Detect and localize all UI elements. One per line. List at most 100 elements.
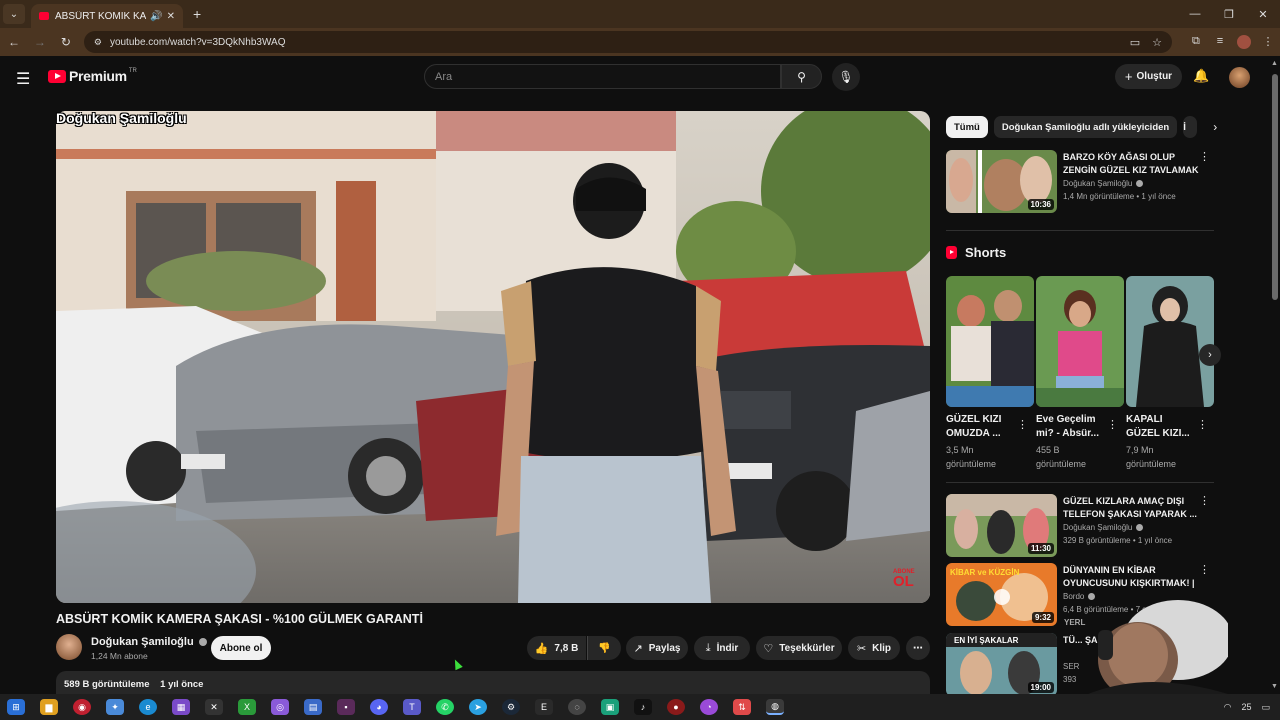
copilot-icon[interactable]: ✦ bbox=[106, 699, 124, 715]
video-player[interactable] bbox=[56, 111, 930, 603]
short-thumbnail[interactable] bbox=[946, 276, 1034, 407]
scrollbar-thumb[interactable] bbox=[1272, 74, 1278, 300]
hamburger-menu-icon[interactable]: ☰ bbox=[16, 69, 30, 89]
tray-clock[interactable]: 25 bbox=[1241, 702, 1251, 712]
channel-name-link[interactable]: Doğukan Şamiloğlu bbox=[91, 636, 207, 648]
recommendation-thumbnail[interactable]: EN İYİ ŞAKALAR 19:00 bbox=[946, 633, 1057, 696]
whatsapp-icon[interactable]: ✆ bbox=[436, 699, 454, 715]
create-button[interactable]: + Oluştur bbox=[1115, 64, 1182, 89]
thanks-button[interactable]: ♡ Teşekkürler bbox=[756, 636, 842, 660]
channel-avatar[interactable] bbox=[56, 634, 82, 660]
forward-arrow-icon[interactable]: → bbox=[28, 35, 52, 49]
tab-close-icon[interactable]: ✕ bbox=[167, 11, 175, 22]
telegram-icon[interactable]: ➤ bbox=[469, 699, 487, 715]
xbox-icon[interactable]: X bbox=[238, 699, 256, 715]
extensions-icon[interactable]: ⧉ bbox=[1184, 35, 1208, 49]
short-thumbnail[interactable] bbox=[1126, 276, 1214, 407]
short-item[interactable]: KAPALI GÜZEL KIZI... 7,9 Mn görüntüleme … bbox=[1126, 276, 1214, 471]
download-button[interactable]: ⤓ İndir bbox=[694, 636, 750, 660]
recommendation-title[interactable]: GÜZEL KIZLARA AMAÇ DIŞI TELEFON ŞAKASI Y… bbox=[1063, 495, 1203, 521]
file-explorer-icon[interactable]: ▆ bbox=[40, 699, 58, 715]
tab-search-icon[interactable]: ⌄ bbox=[3, 4, 25, 24]
scroll-up-arrow-icon[interactable]: ▲ bbox=[1271, 60, 1278, 67]
notification-icon[interactable]: ▭ bbox=[1261, 702, 1270, 713]
recommendation-title[interactable]: BARZO KÖY AĞASI OLUP ZENGİN GÜZEL KIZ TA… bbox=[1063, 151, 1203, 177]
recommendation-item[interactable]: 10:36 BARZO KÖY AĞASI OLUP ZENGİN GÜZEL … bbox=[946, 150, 1214, 214]
more-vertical-icon[interactable]: ⋮ bbox=[1197, 418, 1208, 431]
recommendation-channel[interactable]: Doğukan Şamiloğlu bbox=[1063, 179, 1144, 188]
new-tab-button[interactable]: + bbox=[193, 6, 201, 22]
cast-icon[interactable]: ▭ bbox=[1130, 36, 1140, 49]
notifications-bell-icon[interactable]: 🔔 bbox=[1193, 68, 1209, 84]
minimize-button[interactable]: — bbox=[1178, 0, 1212, 28]
recommendation-item[interactable]: 11:30 GÜZEL KIZLARA AMAÇ DIŞI TELEFON ŞA… bbox=[946, 494, 1214, 558]
chip-from-uploader[interactable]: Doğukan Şamiloğlu adlı yükleyiciden bbox=[993, 116, 1178, 138]
discord-icon[interactable]: ◕ bbox=[370, 699, 388, 715]
recommendation-thumbnail[interactable]: 11:30 bbox=[946, 494, 1057, 557]
app-icon-3[interactable]: ✕ bbox=[205, 699, 223, 715]
site-info-icon[interactable]: ⚙ bbox=[94, 37, 102, 48]
short-title[interactable]: Eve Geçelim mi? - Absür... bbox=[1036, 413, 1108, 441]
browser-tab-active[interactable]: ABSÜRT KOMİK KAMERA Ş 🔊 ✕ bbox=[31, 4, 183, 28]
steam-icon[interactable]: ⚙ bbox=[502, 699, 520, 715]
search-button[interactable]: ⚲ bbox=[781, 64, 822, 89]
teams-icon[interactable]: T bbox=[403, 699, 421, 715]
browser-menu-icon[interactable]: ⋮ bbox=[1256, 35, 1280, 49]
recommendation-channel[interactable]: Doğukan Şamiloğlu bbox=[1063, 523, 1144, 532]
restore-button[interactable]: ❐ bbox=[1212, 0, 1246, 28]
reading-list-icon[interactable]: ≡ bbox=[1208, 35, 1232, 49]
short-title[interactable]: GÜZEL KIZI OMUZDA ... bbox=[946, 413, 1018, 441]
app-icon-2[interactable]: ▦ bbox=[172, 699, 190, 715]
chip-partial[interactable]: İ bbox=[1183, 116, 1198, 138]
more-vertical-icon[interactable]: ⋮ bbox=[1199, 494, 1210, 507]
wifi-icon[interactable]: ◠ bbox=[1224, 702, 1232, 713]
bookmark-star-icon[interactable]: ☆ bbox=[1152, 36, 1162, 49]
chrome-icon[interactable]: ◍ bbox=[766, 699, 784, 715]
app-icon-6[interactable]: ◌ bbox=[568, 699, 586, 715]
clip-button[interactable]: ✂ Klip bbox=[848, 636, 900, 660]
app-icon-8[interactable]: ● bbox=[667, 699, 685, 715]
subscribe-button[interactable]: Abone ol bbox=[211, 636, 271, 660]
reload-icon[interactable]: ↻ bbox=[54, 35, 78, 49]
scroll-down-arrow-icon[interactable]: ▼ bbox=[1271, 683, 1278, 690]
short-title[interactable]: KAPALI GÜZEL KIZI... bbox=[1126, 413, 1198, 441]
youtube-premium-logo[interactable]: Premium TR bbox=[48, 68, 137, 84]
back-arrow-icon[interactable]: ← bbox=[2, 35, 26, 49]
chevron-right-icon[interactable]: › bbox=[1213, 120, 1217, 134]
more-actions-button[interactable]: ⋯ bbox=[906, 636, 930, 660]
tiktok-icon[interactable]: ♪ bbox=[634, 699, 652, 715]
epic-games-icon[interactable]: E bbox=[535, 699, 553, 715]
notepad-icon[interactable]: ▤ bbox=[304, 699, 322, 715]
page-scrollbar[interactable]: ▲ ▼ bbox=[1270, 56, 1280, 694]
short-item[interactable]: GÜZEL KIZI OMUZDA ... 3,5 Mn görüntüleme… bbox=[946, 276, 1034, 471]
chip-all[interactable]: Tümü bbox=[946, 116, 988, 138]
address-bar[interactable]: ⚙ youtube.com/watch?v=3DQkNhb3WAQ ▭ ☆ bbox=[83, 31, 1172, 53]
app-icon-4[interactable]: ◎ bbox=[271, 699, 289, 715]
profile-avatar-icon[interactable] bbox=[1236, 35, 1251, 49]
shorts-next-button[interactable]: › bbox=[1199, 344, 1221, 366]
search-input[interactable]: Ara bbox=[424, 64, 781, 89]
recommendation-thumbnail[interactable]: 10:36 bbox=[946, 150, 1057, 213]
app-icon-7[interactable]: ▣ bbox=[601, 699, 619, 715]
share-button[interactable]: ↗ Paylaş bbox=[626, 636, 688, 660]
more-vertical-icon[interactable]: ⋮ bbox=[1017, 418, 1028, 431]
app-icon-9[interactable]: ◔ bbox=[700, 699, 718, 715]
start-menu-icon[interactable]: ⊞ bbox=[7, 699, 25, 715]
app-icon-5[interactable]: ▪ bbox=[337, 699, 355, 715]
app-icon-10[interactable]: ⇅ bbox=[733, 699, 751, 715]
more-vertical-icon[interactable]: ⋮ bbox=[1199, 563, 1210, 576]
recommendation-thumbnail[interactable]: KİBAR ve KÜZGİN 9:32 bbox=[946, 563, 1057, 626]
short-item[interactable]: Eve Geçelim mi? - Absür... 455 B görüntü… bbox=[1036, 276, 1124, 471]
audio-playing-icon[interactable]: 🔊 bbox=[150, 11, 162, 22]
short-thumbnail[interactable] bbox=[1036, 276, 1124, 407]
more-vertical-icon[interactable]: ⋮ bbox=[1107, 418, 1118, 431]
account-avatar[interactable] bbox=[1229, 67, 1250, 88]
app-icon-1[interactable]: ◉ bbox=[73, 699, 91, 715]
dislike-button[interactable]: 👎 bbox=[587, 636, 621, 660]
close-window-button[interactable]: ✕ bbox=[1246, 0, 1280, 28]
like-button[interactable]: 👍 7,8 B bbox=[527, 636, 586, 660]
recommendation-title[interactable]: DÜNYANIN EN KİBAR OYUNCUSUNU KIŞKIRTMAK!… bbox=[1063, 564, 1203, 590]
edge-browser-icon[interactable]: e bbox=[139, 699, 157, 715]
more-vertical-icon[interactable]: ⋮ bbox=[1199, 150, 1210, 163]
voice-search-button[interactable]: 🎙 bbox=[832, 63, 860, 91]
